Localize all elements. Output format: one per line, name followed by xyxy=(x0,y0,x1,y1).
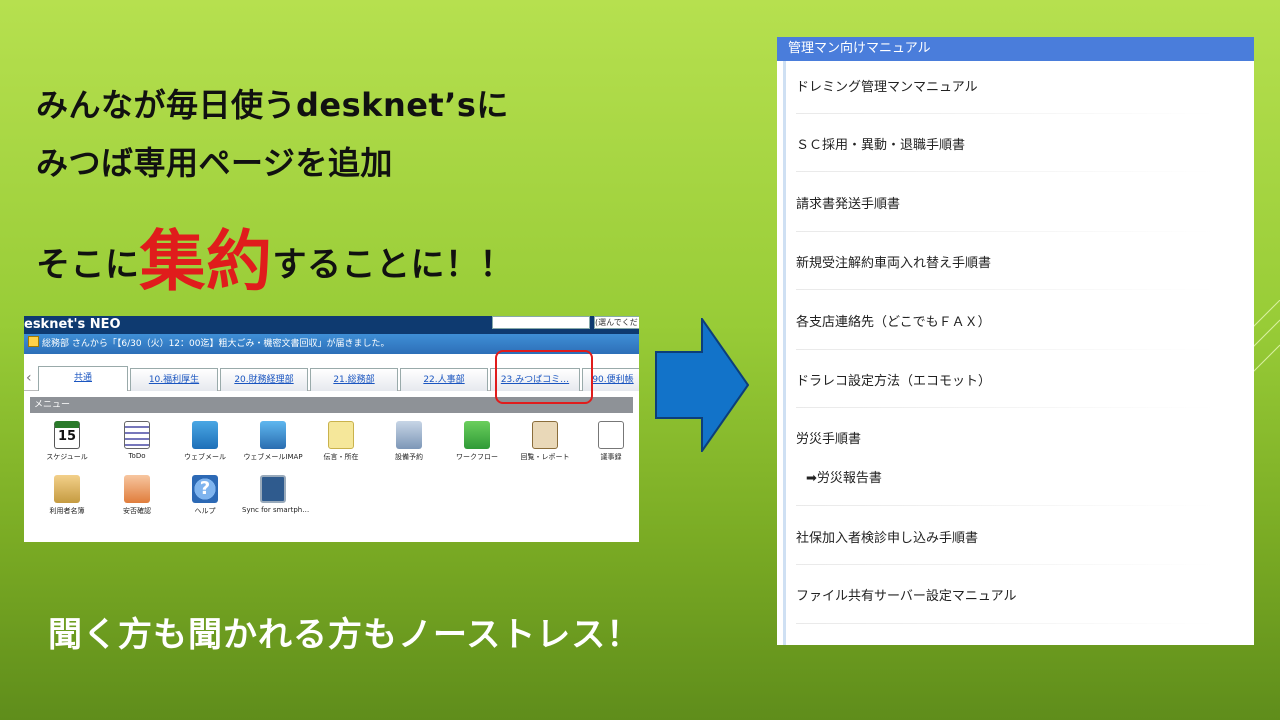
headline-line-1: みんなが毎日使うdesknet’sに xyxy=(36,86,509,124)
menu-item-label: 回覧・レポート xyxy=(520,453,570,461)
menu-item-label: ToDo xyxy=(128,452,146,460)
tab-common[interactable]: 共通 xyxy=(38,366,128,391)
sync-icon xyxy=(260,475,286,503)
menu-item-label: ウェブメール xyxy=(184,453,226,461)
divider xyxy=(796,564,1216,565)
webmail-imap-icon xyxy=(260,421,286,449)
menu-item-label: スケジュール xyxy=(46,453,88,461)
menu-item-label: Sync for smartph… xyxy=(242,506,310,514)
headline-line-3-post: することに！！ xyxy=(272,245,514,285)
manual-item-file-server[interactable]: ファイル共有サーバー設定マニュアル xyxy=(796,585,1016,604)
menu-item-minutes[interactable]: 議事録 xyxy=(580,421,639,462)
menu-item-label: 利用者名簿 xyxy=(49,507,85,515)
desknets-notice-text: 総務部 さんから「【6/30（火）12：00迄】粗大ごみ・機密文書回収」が届きま… xyxy=(42,339,390,349)
headline-line-3: そこに集約することに！！ xyxy=(36,208,514,304)
bottom-message: 聞く方も聞かれる方もノーストレス！ xyxy=(48,615,642,655)
tab-general-affairs[interactable]: 21.総務部 xyxy=(310,368,398,391)
manual-item-vehicle-replace[interactable]: 新規受注解約車両入れ替え手順書 xyxy=(796,252,991,271)
tab-welfare[interactable]: 10.福利厚生 xyxy=(130,368,218,391)
tab-hr[interactable]: 22.人事部 xyxy=(400,368,488,391)
headline-line-2: みつば専用ページを追加 xyxy=(36,144,393,182)
minutes-icon xyxy=(598,421,624,449)
menu-item-label: ワークフロー xyxy=(456,453,498,461)
tab-finance[interactable]: 20.財務経理部 xyxy=(220,368,308,391)
menu-item-memo[interactable]: 伝言・所在 xyxy=(310,421,372,462)
notice-icon xyxy=(28,336,39,347)
divider xyxy=(796,171,1216,172)
manual-panel: 管理マン向けマニュアル ドレミング管理マンマニュアル ＳＣ採用・異動・退職手順書… xyxy=(777,37,1254,645)
manual-item-sc-hiring[interactable]: ＳＣ採用・異動・退職手順書 xyxy=(796,134,965,153)
desknets-menu-grid: 15 スケジュール ToDo ウェブメール ウェブメールIMAP 伝言・所在 設備… xyxy=(24,413,639,533)
desknets-select-box[interactable]: (選んでくだ xyxy=(594,316,639,329)
headline-line-3-pre: そこに xyxy=(36,245,140,285)
desknets-screenshot: esknet's NEO (選んでくだ 総務部 さんから「【6/30（火）12：… xyxy=(24,316,639,542)
menu-item-label: 安否確認 xyxy=(123,507,151,515)
menu-item-report[interactable]: 回覧・レポート xyxy=(514,421,576,462)
user-list-icon xyxy=(54,475,80,503)
facility-icon xyxy=(396,421,422,449)
memo-icon xyxy=(328,421,354,449)
menu-item-label: 設備予約 xyxy=(395,453,423,461)
right-arrow-icon xyxy=(655,318,749,452)
workflow-icon xyxy=(464,421,490,449)
divider xyxy=(796,349,1216,350)
divider xyxy=(796,113,1216,114)
help-icon: ? xyxy=(192,475,218,503)
manual-item-health-check[interactable]: 社保加入者検診申し込み手順書 xyxy=(796,527,978,546)
menu-item-safety[interactable]: 安否確認 xyxy=(106,475,168,516)
manual-item-work-accident[interactable]: 労災手順書 xyxy=(796,428,861,447)
menu-item-label: ヘルプ xyxy=(194,507,216,515)
manual-list: ドレミング管理マンマニュアル ＳＣ採用・異動・退職手順書 請求書発送手順書 新規… xyxy=(783,61,1254,645)
menu-item-sync[interactable]: Sync for smartph… xyxy=(242,475,309,514)
menu-item-webmail-imap[interactable]: ウェブメールIMAP xyxy=(242,421,304,462)
desknets-top-bar: esknet's NEO (選んでくだ xyxy=(24,316,639,334)
manual-item-doreming[interactable]: ドレミング管理マンマニュアル xyxy=(796,76,978,95)
chevron-left-icon[interactable]: ‹ xyxy=(26,370,32,386)
menu-item-label: 議事録 xyxy=(600,453,622,461)
safety-icon xyxy=(124,475,150,503)
desknets-logo: esknet's NEO xyxy=(24,317,121,332)
report-icon xyxy=(532,421,558,449)
manual-item-dashcam[interactable]: ドラレコ設定方法（エコモット） xyxy=(796,370,991,389)
menu-item-help[interactable]: ? ヘルプ xyxy=(174,475,236,516)
menu-item-user-list[interactable]: 利用者名簿 xyxy=(36,475,98,516)
manual-item-accident-report[interactable]: ➡労災報告書 xyxy=(806,467,882,486)
calendar-icon: 15 xyxy=(54,421,80,449)
menu-item-todo[interactable]: ToDo xyxy=(106,421,168,460)
manual-item-branch-contacts[interactable]: 各支店連絡先（どこでもＦＡＸ） xyxy=(796,311,991,330)
menu-item-label: 伝言・所在 xyxy=(323,453,359,461)
divider xyxy=(796,407,1216,408)
divider xyxy=(796,505,1216,506)
highlight-circle xyxy=(495,350,593,404)
divider xyxy=(796,623,1216,624)
todo-icon xyxy=(124,421,150,449)
headline-emphasis: 集約 xyxy=(139,223,273,300)
manual-item-invoice[interactable]: 請求書発送手順書 xyxy=(796,193,900,212)
menu-item-facility[interactable]: 設備予約 xyxy=(378,421,440,462)
menu-item-label: ウェブメールIMAP xyxy=(243,453,303,461)
menu-item-schedule[interactable]: 15 スケジュール xyxy=(36,421,98,462)
desknets-search-box[interactable] xyxy=(492,316,590,329)
manual-header: 管理マン向けマニュアル xyxy=(777,37,1254,61)
divider xyxy=(796,231,1216,232)
webmail-icon xyxy=(192,421,218,449)
menu-item-webmail[interactable]: ウェブメール xyxy=(174,421,236,462)
menu-item-workflow[interactable]: ワークフロー xyxy=(446,421,508,462)
divider xyxy=(796,289,1216,290)
